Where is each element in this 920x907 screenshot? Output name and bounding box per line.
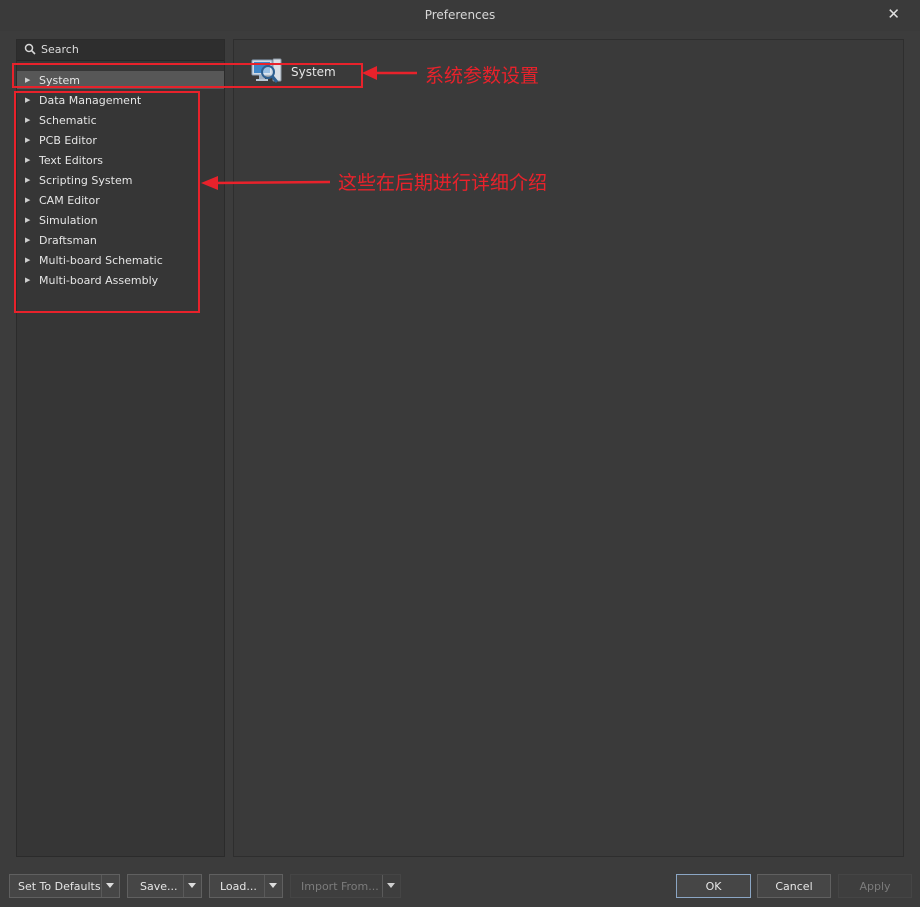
cancel-label: Cancel bbox=[775, 880, 813, 893]
chevron-down-icon[interactable] bbox=[264, 875, 282, 897]
annotation-system-note: 系统参数设置 bbox=[425, 65, 540, 87]
search-placeholder: Search bbox=[41, 43, 79, 56]
ok-button[interactable]: OK bbox=[676, 874, 751, 898]
annotation-others-note: 这些在后期进行详细介绍 bbox=[338, 172, 548, 194]
import-from-button[interactable]: Import From... bbox=[290, 874, 401, 898]
close-icon[interactable]: ✕ bbox=[887, 5, 900, 23]
set-to-defaults-button[interactable]: Set To Defaults bbox=[9, 874, 120, 898]
import-from-label: Import From... bbox=[301, 880, 379, 893]
chevron-down-icon[interactable] bbox=[382, 875, 400, 897]
annotation-arrow-icon bbox=[362, 66, 417, 80]
save-button[interactable]: Save... bbox=[127, 874, 202, 898]
annotation-box-system bbox=[12, 63, 363, 88]
annotation-box-categories bbox=[14, 91, 200, 313]
search-icon bbox=[24, 43, 36, 55]
chevron-down-icon[interactable] bbox=[101, 875, 119, 897]
cancel-button[interactable]: Cancel bbox=[757, 874, 831, 898]
load-label: Load... bbox=[220, 880, 257, 893]
search-input[interactable]: Search bbox=[17, 40, 224, 61]
set-to-defaults-label: Set To Defaults bbox=[18, 880, 101, 893]
apply-button[interactable]: Apply bbox=[838, 874, 912, 898]
annotation-arrow-icon bbox=[201, 176, 331, 190]
chevron-down-icon[interactable] bbox=[183, 875, 201, 897]
content-panel bbox=[233, 39, 904, 857]
window-title: Preferences bbox=[424, 8, 496, 22]
title-bar: Preferences ✕ bbox=[0, 0, 920, 31]
save-label: Save... bbox=[140, 880, 178, 893]
ok-label: OK bbox=[705, 880, 722, 893]
load-button[interactable]: Load... bbox=[209, 874, 283, 898]
apply-label: Apply bbox=[859, 880, 891, 893]
